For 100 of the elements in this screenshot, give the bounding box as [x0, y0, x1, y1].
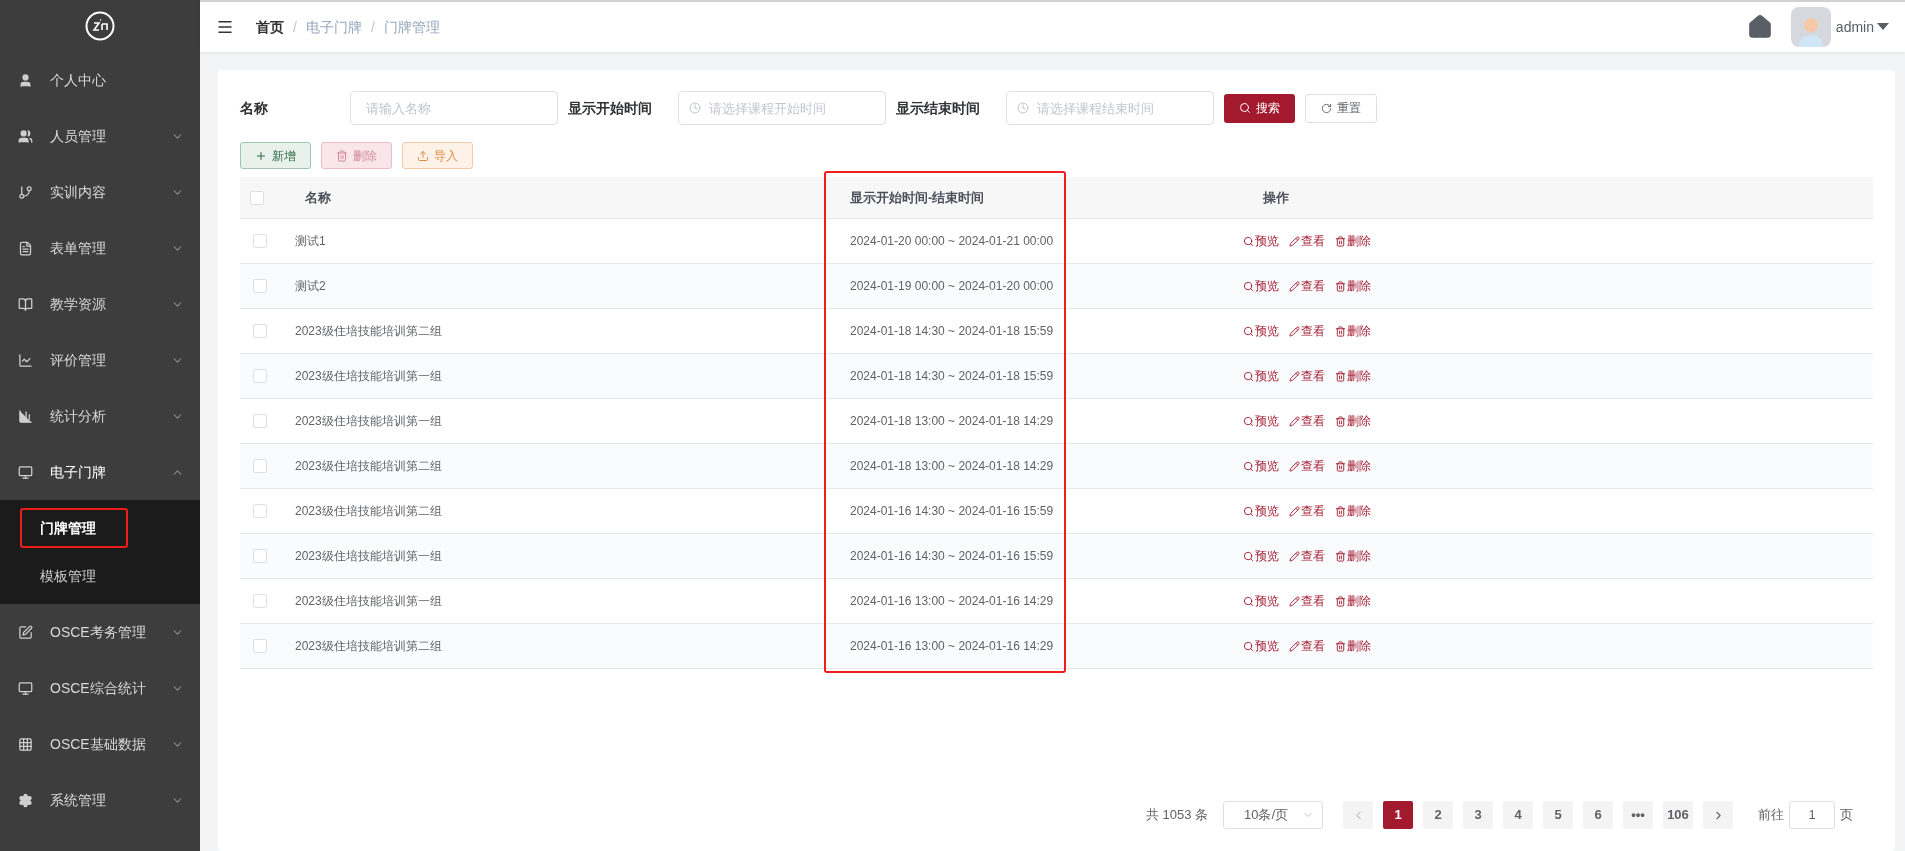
delete-link[interactable]: 删除	[1335, 547, 1371, 565]
next-page-button[interactable]	[1703, 801, 1733, 829]
submenu-item[interactable]: 门牌管理	[40, 517, 96, 539]
table-cell: 2024-01-16 13:00 ~ 2024-01-16 14:29	[850, 594, 1054, 608]
sidebar-item[interactable]: 人员管理	[0, 108, 200, 164]
page-button[interactable]: 5	[1543, 801, 1573, 829]
search-button[interactable]: 搜索	[1224, 93, 1295, 123]
row-checkbox[interactable]	[253, 234, 267, 248]
user-name[interactable]: admin	[1835, 16, 1874, 38]
edit-link[interactable]: 查看	[1289, 322, 1325, 340]
preview-link[interactable]: 预览	[1243, 232, 1279, 250]
page-number-field[interactable]: 1	[1789, 801, 1835, 829]
table-cell: 2023级住培技能培训第一组	[295, 549, 442, 563]
preview-link[interactable]: 预览	[1243, 637, 1279, 655]
delete-link[interactable]: 删除	[1335, 412, 1371, 430]
filter-label: 名称	[240, 98, 269, 118]
table-cell: 2023级住培技能培训第一组	[295, 369, 442, 383]
page-button[interactable]: 1	[1383, 801, 1413, 829]
caret-down-icon[interactable]	[1877, 23, 1889, 31]
time-field[interactable]: 请选择课程结束时间	[1006, 91, 1214, 125]
search-icon	[1243, 370, 1254, 382]
breadcrumb-link[interactable]: 首页	[256, 16, 284, 38]
submenu-item[interactable]: 模板管理	[40, 565, 96, 587]
total-count: 共 1053 条	[1145, 806, 1208, 825]
edit-link[interactable]: 查看	[1289, 502, 1325, 520]
row-checkbox[interactable]	[253, 279, 267, 293]
edit-link[interactable]: 查看	[1289, 592, 1325, 610]
sidebar-item[interactable]: OSCE综合统计	[0, 660, 200, 716]
preview-link[interactable]: 预览	[1243, 277, 1279, 295]
bar-chart-icon	[18, 408, 33, 424]
sidebar-item[interactable]: 评价管理	[0, 332, 200, 388]
page-button[interactable]: 6	[1583, 801, 1613, 829]
page-button[interactable]: 3	[1463, 801, 1493, 829]
row-checkbox[interactable]	[253, 639, 267, 653]
edit-link[interactable]: 查看	[1289, 367, 1325, 385]
row-checkbox[interactable]	[253, 594, 267, 608]
delete-link[interactable]: 删除	[1335, 367, 1371, 385]
pencil-icon	[1289, 370, 1300, 382]
sidebar-item[interactable]: 表单管理	[0, 220, 200, 276]
delete-link[interactable]: 删除	[1335, 502, 1371, 520]
delete-link[interactable]: 删除	[1335, 592, 1371, 610]
sidebar-item[interactable]: 教学资源	[0, 276, 200, 332]
row-checkbox[interactable]	[253, 414, 267, 428]
preview-link[interactable]: 预览	[1243, 367, 1279, 385]
trash-icon	[1335, 415, 1346, 427]
sidebar-item[interactable]: 系统管理	[0, 772, 200, 828]
pencil-icon	[1289, 280, 1300, 292]
select-all-checkbox[interactable]	[250, 190, 264, 205]
table-cell: 2024-01-18 13:00 ~ 2024-01-18 14:29	[850, 414, 1054, 428]
edit-link[interactable]: 查看	[1289, 412, 1325, 430]
time-field[interactable]: 请选择课程开始时间	[678, 91, 886, 125]
avatar[interactable]	[1790, 7, 1831, 47]
delete-link[interactable]: 删除	[1335, 322, 1371, 340]
edit-link[interactable]: 查看	[1289, 637, 1325, 655]
table-cell: 测试1	[295, 234, 326, 248]
upload-icon	[417, 149, 429, 162]
preview-link[interactable]: 预览	[1243, 457, 1279, 475]
preview-link[interactable]: 预览	[1243, 322, 1279, 340]
sidebar-item[interactable]: 电子门牌	[0, 444, 200, 500]
menu-icon[interactable]	[216, 18, 234, 36]
page-button[interactable]: 4	[1503, 801, 1533, 829]
sidebar-item[interactable]: 统计分析	[0, 388, 200, 444]
previous-page-button[interactable]	[1343, 801, 1373, 829]
clock-icon	[689, 102, 701, 114]
add-action-button[interactable]: 新增	[240, 142, 311, 169]
delete-link[interactable]: 删除	[1335, 457, 1371, 475]
sidebar-item[interactable]: 个人中心	[0, 52, 200, 108]
search-icon	[1243, 505, 1254, 517]
delete-link[interactable]: 删除	[1335, 232, 1371, 250]
input-field[interactable]: 请输入名称	[350, 91, 558, 125]
sidebar-item[interactable]: 实训内容	[0, 164, 200, 220]
clock-icon	[1017, 102, 1029, 114]
breadcrumb-separator: /	[370, 17, 375, 37]
edit-link[interactable]: 查看	[1289, 457, 1325, 475]
reset-button[interactable]: 重置	[1305, 93, 1377, 123]
page-button[interactable]: 106	[1663, 801, 1693, 829]
refresh-icon	[1321, 102, 1332, 114]
sidebar-item[interactable]: OSCE基础数据	[0, 716, 200, 772]
edit-link[interactable]: 查看	[1289, 547, 1325, 565]
trash-icon	[1335, 370, 1346, 382]
preview-link[interactable]: 预览	[1243, 547, 1279, 565]
document-icon	[18, 240, 33, 256]
row-checkbox[interactable]	[253, 549, 267, 563]
delete-link[interactable]: 删除	[1335, 637, 1371, 655]
page-size-select[interactable]: 10条/页	[1223, 801, 1323, 829]
row-checkbox[interactable]	[253, 504, 267, 518]
delete-link[interactable]: 删除	[1335, 277, 1371, 295]
row-checkbox[interactable]	[253, 459, 267, 473]
home-icon[interactable]	[1746, 14, 1773, 40]
edit-link[interactable]: 查看	[1289, 277, 1325, 295]
preview-link[interactable]: 预览	[1243, 592, 1279, 610]
preview-link[interactable]: 预览	[1243, 502, 1279, 520]
page-button[interactable]: 2	[1423, 801, 1453, 829]
sidebar-item[interactable]: OSCE考务管理	[0, 604, 200, 660]
page-button[interactable]: •••	[1623, 801, 1653, 829]
preview-link[interactable]: 预览	[1243, 412, 1279, 430]
table-cell: 2023级住培技能培训第二组	[295, 639, 442, 653]
row-checkbox[interactable]	[253, 369, 267, 383]
row-checkbox[interactable]	[253, 324, 267, 338]
edit-link[interactable]: 查看	[1289, 232, 1325, 250]
